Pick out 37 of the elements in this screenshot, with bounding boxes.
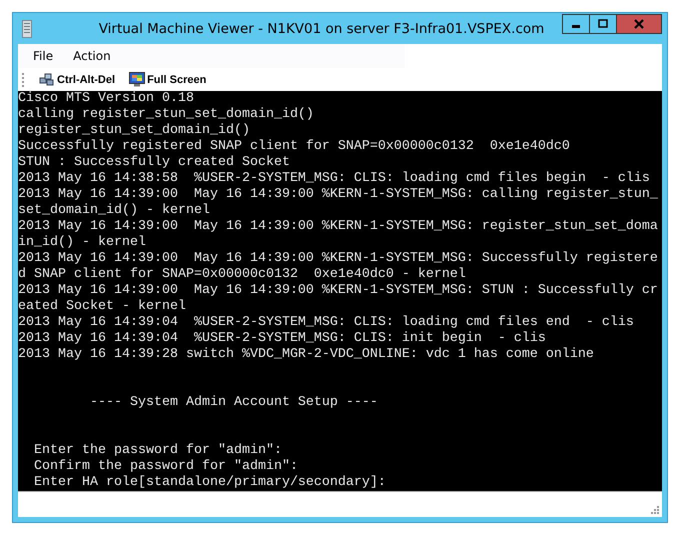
console-line: ---- System Admin Account Setup ---- xyxy=(88,395,378,410)
minimize-button[interactable] xyxy=(562,14,590,34)
console-line: 2013 May 16 14:39:28 switch %VDC_MGR-2-VDC_ONLINE: vdc 1 has come online xyxy=(18,347,594,362)
menu-item[interactable]: Action xyxy=(73,49,111,63)
console-line: d SNAP client for SNAP=0x00000c0132 0xe1e40dc0 - kernel xyxy=(18,267,466,282)
full-screen-button[interactable]: Full Screen xyxy=(129,72,206,87)
console-line: 2013 May 16 14:39:00 May 16 14:39:00 %KERN-1-SYSTEM_MSG: Successfully registere xyxy=(18,251,658,266)
resize-grip-icon[interactable] xyxy=(651,506,659,514)
console-line: Confirm the password for "admin": xyxy=(32,459,298,474)
menu-item[interactable]: File xyxy=(33,49,54,63)
ctrl-alt-del-button[interactable]: Ctrl-Alt-Del xyxy=(39,72,116,86)
console-line: Successfully registered SNAP client for SNAP=0x00000c0132 0xe1e40dc0 xyxy=(18,139,570,154)
console-line: 2013 May 16 14:38:58 %USER-2-SYSTEM_MSG: CLIS: loading cmd files begin - clis xyxy=(18,171,650,186)
keys-icon xyxy=(39,72,55,86)
maximize-button[interactable] xyxy=(589,14,617,34)
console-line: set_domain_id() - kernel xyxy=(18,203,210,218)
window-title: Virtual Machine Viewer - N1KV01 on server F3-Infra01.VSPEX.com xyxy=(98,20,546,36)
console-line: in_id() - kernel xyxy=(18,235,146,250)
maximize-icon xyxy=(598,19,608,29)
console-screen[interactable] xyxy=(18,91,662,491)
server-icon xyxy=(22,20,32,38)
console-line: calling register_stun_set_domain_id() xyxy=(18,107,314,122)
close-icon xyxy=(634,19,644,29)
console-line: eated Socket - kernel xyxy=(18,299,186,314)
console-line: 2013 May 16 14:39:00 May 16 14:39:00 %KERN-1-SYSTEM_MSG: STUN : Successfully cr xyxy=(18,283,658,298)
close-button[interactable] xyxy=(616,14,662,34)
console-line: register_stun_set_domain_id() xyxy=(18,123,250,138)
monitor-icon xyxy=(129,72,146,87)
console-line: 2013 May 16 14:39:04 %USER-2-SYSTEM_MSG: CLIS: loading cmd files end - clis xyxy=(18,315,634,330)
console-line: 2013 May 16 14:39:00 May 16 14:39:00 %KERN-1-SYSTEM_MSG: calling register_stun_ xyxy=(18,187,658,202)
toolbar-grip-icon xyxy=(22,72,25,86)
console-line: 2013 May 16 14:39:00 May 16 14:39:00 %KERN-1-SYSTEM_MSG: register_stun_set_doma xyxy=(18,219,658,234)
console-line: STUN : Successfully created Socket xyxy=(18,155,290,170)
console-line: Cisco MTS Version 0.18 xyxy=(18,91,194,106)
console-line: Enter the password for "admin": xyxy=(32,443,282,458)
console-line: 2013 May 16 14:39:04 %USER-2-SYSTEM_MSG: CLIS: init begin - clis xyxy=(18,331,546,346)
console-line: Enter HA role[standalone/primary/secondary]: xyxy=(32,475,386,490)
